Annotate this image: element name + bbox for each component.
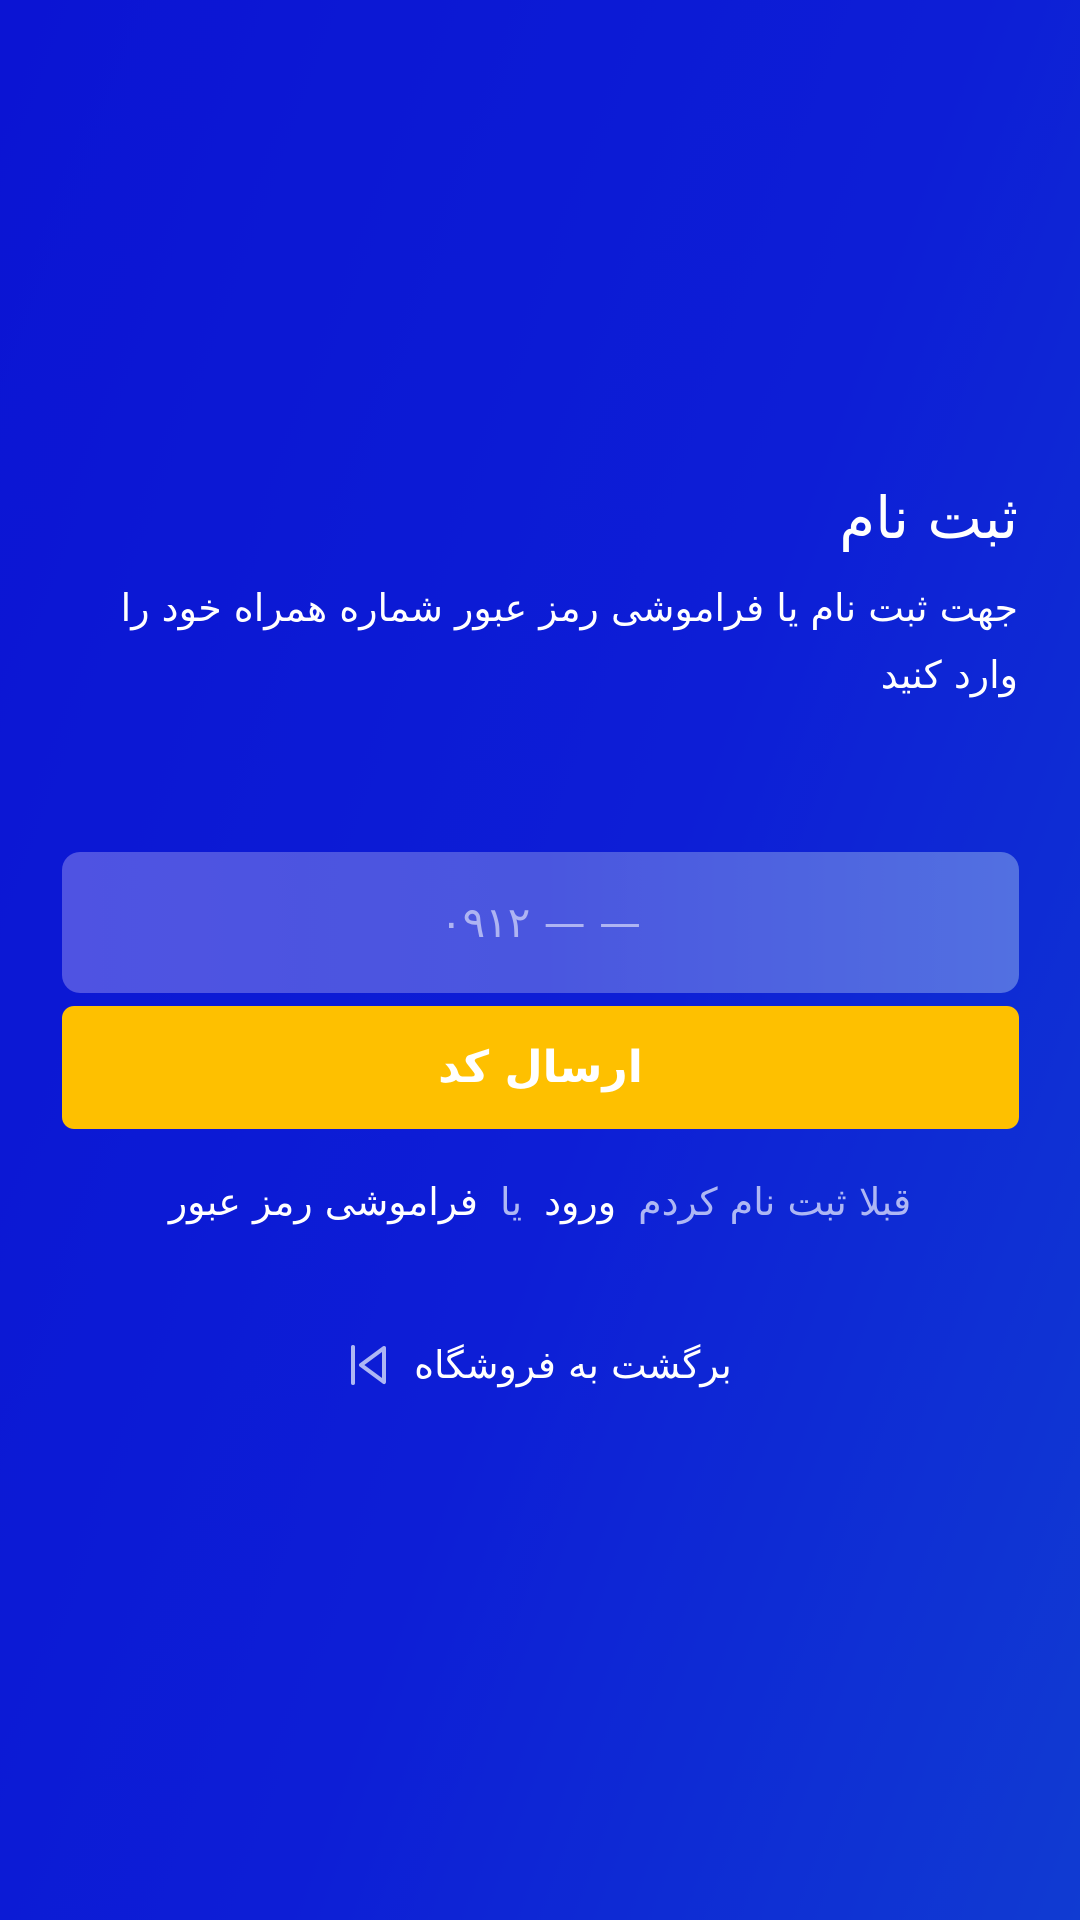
phone-input-container[interactable] — [62, 852, 1019, 993]
or-separator-label: یا — [499, 1180, 523, 1224]
back-to-store-label: برگشت به فروشگاه — [414, 1343, 732, 1387]
already-registered-label: قبلا ثبت نام کردم — [638, 1180, 912, 1224]
skip-back-icon — [351, 1345, 387, 1385]
registration-description: جهت ثبت نام یا فراموشی رمز عبور شماره هم… — [120, 586, 1018, 697]
phone-number-input[interactable] — [62, 852, 1019, 993]
auth-links-row: قبلا ثبت نام کردم ورود یا فراموشی رمز عب… — [0, 1172, 1080, 1232]
back-to-store-link[interactable]: برگشت به فروشگاه — [0, 1333, 1080, 1397]
registration-screen: ثبت نام جهت ثبت نام یا فراموشی رمز عبور … — [0, 0, 1080, 1920]
forgot-password-link[interactable]: فراموشی رمز عبور — [169, 1172, 478, 1232]
send-code-button[interactable]: ارسال کد — [62, 1006, 1019, 1129]
page-title: ثبت نام — [839, 484, 1018, 552]
login-link[interactable]: ورود — [544, 1172, 616, 1232]
